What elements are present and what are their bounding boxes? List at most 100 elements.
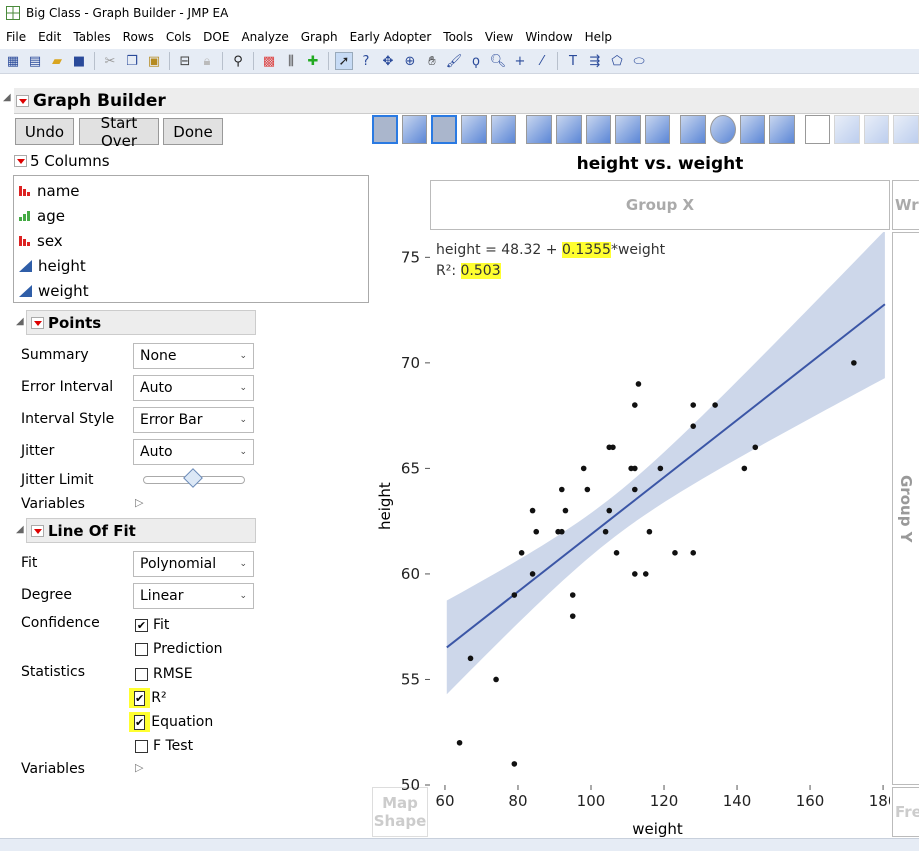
error-interval-select[interactable]: Auto ⌄ <box>133 375 254 401</box>
fit-checkbox[interactable]: ✔ Fit <box>135 617 169 633</box>
bar-element-icon[interactable] <box>555 115 582 144</box>
menu-early-adopter[interactable]: Early Adopter <box>344 30 438 48</box>
menu-doe[interactable]: DOE <box>197 30 235 48</box>
treemap-element-icon[interactable] <box>739 115 766 144</box>
ellipse-tool-icon[interactable]: ⬭ <box>630 52 648 70</box>
menu-file[interactable]: File <box>0 30 32 48</box>
expand-variables-icon[interactable]: ▷ <box>135 761 143 774</box>
scatter-plot[interactable]: 50 55 60 65 70 75 60 80 100 120 140 160 180 <box>390 232 890 838</box>
expand-variables-icon[interactable]: ▷ <box>135 496 143 509</box>
done-button[interactable]: Done <box>163 118 223 145</box>
menu-window[interactable]: Window <box>519 30 578 48</box>
columns-menu-icon[interactable] <box>14 155 27 167</box>
add-rows-icon[interactable]: ✚ <box>304 52 322 70</box>
brush-tool-icon[interactable]: 🖌︎ <box>445 52 463 70</box>
menu-tables[interactable]: Tables <box>67 30 116 48</box>
script-editor-icon[interactable]: ⊟ <box>176 52 194 70</box>
menu-rows[interactable]: Rows <box>117 30 160 48</box>
column-item-height[interactable]: height <box>14 253 368 278</box>
checkbox-checked[interactable]: ✔ <box>135 618 148 632</box>
freq-drop-zone[interactable]: Fre <box>892 787 919 837</box>
help-tool-icon[interactable]: ? <box>357 52 375 70</box>
column-item-name[interactable]: name <box>14 178 368 203</box>
new-data-table-icon[interactable]: ▦ <box>4 52 22 70</box>
crosshair-plus-icon[interactable]: + <box>511 52 529 70</box>
contour-element-icon[interactable] <box>490 115 517 144</box>
line-of-fit-element-icon[interactable] <box>431 115 458 144</box>
wrap-drop-zone[interactable]: Wra <box>892 180 919 230</box>
checkbox-unchecked[interactable] <box>135 667 148 681</box>
column-item-sex[interactable]: sex <box>14 228 368 253</box>
smoother-element-icon[interactable] <box>401 115 428 144</box>
search-icon[interactable]: ⚲ <box>229 52 247 70</box>
summary-select[interactable]: None ⌄ <box>133 343 254 369</box>
cut-icon[interactable]: ✂ <box>101 52 119 70</box>
lock-icon[interactable]: 🔒︎ <box>198 52 216 70</box>
disclosure-icon[interactable]: ◢ <box>16 316 24 327</box>
group-y-drop-zone[interactable]: Group Y <box>892 232 919 785</box>
magnifier-tool-icon[interactable]: 🔍︎ <box>489 52 507 70</box>
menu-graph[interactable]: Graph <box>295 30 344 48</box>
interval-style-select[interactable]: Error Bar ⌄ <box>133 407 254 433</box>
slider-thumb[interactable] <box>183 468 203 488</box>
area-element-icon[interactable] <box>585 115 612 144</box>
pie-element-icon[interactable] <box>709 115 736 144</box>
group-x-drop-zone[interactable]: Group X <box>430 180 890 230</box>
rmse-checkbox[interactable]: RMSE <box>135 666 193 682</box>
copy-icon[interactable]: ❐ <box>123 52 141 70</box>
checkbox-unchecked[interactable] <box>135 642 148 656</box>
menu-edit[interactable]: Edit <box>32 30 67 48</box>
f-test-checkbox[interactable]: F Test <box>135 738 193 754</box>
formula-element-icon[interactable] <box>834 115 860 144</box>
arrow-line-tool-icon[interactable]: ⇶ <box>586 52 604 70</box>
save-icon[interactable]: ■ <box>70 52 88 70</box>
caption-box-element-icon[interactable] <box>804 115 831 144</box>
open-folder-icon[interactable]: ▰ <box>48 52 66 70</box>
heatmap-element-icon[interactable] <box>680 115 706 144</box>
annotate-tool-icon[interactable]: T <box>564 52 582 70</box>
mosaic-element-icon[interactable] <box>769 115 795 144</box>
prediction-checkbox[interactable]: Prediction <box>135 641 223 657</box>
r2-checkbox[interactable]: ✔ R² <box>129 688 167 708</box>
polygon-tool-icon[interactable]: ⬠ <box>608 52 626 70</box>
lasso-tool-icon[interactable]: ϙ <box>467 52 485 70</box>
points-menu-icon[interactable] <box>31 316 44 329</box>
parallel-element-icon[interactable] <box>893 115 919 144</box>
jitter-select[interactable]: Auto ⌄ <box>133 439 254 465</box>
fit-select[interactable]: Polynomial ⌄ <box>133 551 254 577</box>
disclosure-icon[interactable]: ◢ <box>3 92 11 103</box>
graph-builder-menu-icon[interactable] <box>16 94 29 107</box>
column-item-weight[interactable]: weight <box>14 278 368 303</box>
column-item-age[interactable]: age <box>14 203 368 228</box>
arrow-tool-icon[interactable]: ➚ <box>335 52 353 70</box>
hand-tool-icon[interactable]: ✋︎ <box>423 52 441 70</box>
checkbox-unchecked[interactable] <box>135 739 148 753</box>
histogram-element-icon[interactable] <box>644 115 671 144</box>
new-script-icon[interactable]: ▤ <box>26 52 44 70</box>
line-of-fit-menu-icon[interactable] <box>31 524 44 537</box>
line-element-icon[interactable] <box>526 115 552 144</box>
jitter-limit-slider[interactable] <box>143 468 245 488</box>
menu-cols[interactable]: Cols <box>160 30 197 48</box>
line-tool-icon[interactable]: ⁄ <box>533 52 551 70</box>
checkbox-checked[interactable]: ✔ <box>134 691 146 706</box>
menu-view[interactable]: View <box>479 30 519 48</box>
start-over-button[interactable]: Start Over <box>79 114 159 150</box>
map-shapes-element-icon[interactable] <box>863 115 890 144</box>
disclosure-icon[interactable]: ◢ <box>16 524 24 535</box>
box-plot-element-icon[interactable] <box>615 115 641 144</box>
checkbox-checked[interactable]: ✔ <box>134 715 146 730</box>
degree-select[interactable]: Linear ⌄ <box>133 583 254 609</box>
undo-button[interactable]: Undo <box>15 118 74 145</box>
equation-checkbox[interactable]: ✔ Equation <box>129 712 213 732</box>
ellipse-element-icon[interactable] <box>461 115 487 144</box>
crosshair-tool-icon[interactable]: ⊕ <box>401 52 419 70</box>
menu-tools[interactable]: Tools <box>437 30 479 48</box>
points-element-icon[interactable] <box>372 115 398 144</box>
menu-analyze[interactable]: Analyze <box>235 30 294 48</box>
paste-icon[interactable]: ▣ <box>145 52 163 70</box>
menu-help[interactable]: Help <box>579 30 618 48</box>
selection-tool-icon[interactable]: ✥ <box>379 52 397 70</box>
columns-icon[interactable]: ⫼ <box>282 52 300 70</box>
data-grid-icon[interactable]: ▩ <box>260 52 278 70</box>
